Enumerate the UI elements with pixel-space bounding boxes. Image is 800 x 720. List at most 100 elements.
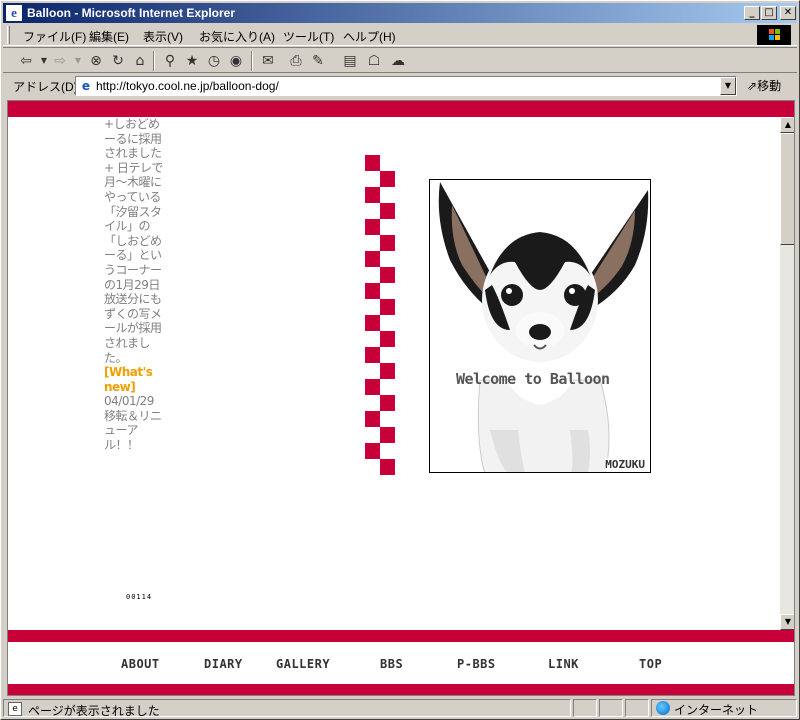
- checker-square: [365, 155, 380, 171]
- status-text: ページが表示されました: [28, 704, 160, 718]
- page-done-icon: e: [8, 702, 22, 716]
- research-icon[interactable]: ☖: [365, 52, 383, 70]
- standard-toolbar: ⇦ ▼ ⇨ ▼ ⊗ ↻ ⌂ ⚲ ★ ◷ ◉ ✉ ⎙ ✎ ▤ ☖ ☁: [3, 47, 797, 73]
- messenger-icon[interactable]: ☁: [389, 52, 407, 70]
- checker-stripe: [365, 155, 395, 477]
- forward-dropdown-icon[interactable]: ▼: [69, 52, 87, 70]
- checker-square: [380, 267, 395, 283]
- vertical-scrollbar[interactable]: ▲ ▼: [780, 117, 794, 630]
- update-text: 移転＆リニューアル！！: [104, 408, 162, 453]
- home-icon[interactable]: ⌂: [131, 52, 149, 70]
- menu-grip: [7, 26, 10, 44]
- checker-square: [380, 395, 395, 411]
- checker-square: [365, 187, 380, 203]
- address-url[interactable]: http://tokyo.cool.ne.jp/balloon-dog/: [96, 79, 279, 93]
- discuss-icon[interactable]: ▤: [341, 52, 359, 70]
- refresh-icon[interactable]: ↻: [109, 52, 127, 70]
- menu-bar: ファイル(F) 編集(E) 表示(V) お気に入り(A) ツール(T) ヘルプ(…: [3, 24, 797, 46]
- status-zone-pane: インターネット: [651, 699, 797, 717]
- scroll-thumb[interactable]: [780, 133, 794, 245]
- mail-icon[interactable]: ✉: [259, 52, 277, 70]
- checker-square: [365, 251, 380, 267]
- nav-diary[interactable]: DIARY: [204, 657, 243, 671]
- favorites-icon[interactable]: ★: [183, 52, 201, 70]
- status-pane: [599, 699, 623, 717]
- chihuahua-illustration: [438, 182, 649, 472]
- checker-square: [380, 363, 395, 379]
- search-icon[interactable]: ⚲: [161, 52, 179, 70]
- ie-logo-icon: e: [6, 5, 22, 21]
- toolbar-separator: [153, 51, 155, 71]
- checker-square: [380, 235, 395, 251]
- whats-new-heading: [What's new]: [104, 365, 153, 394]
- page-icon: e: [81, 79, 91, 93]
- internet-globe-icon: [656, 701, 670, 715]
- status-main-pane: e ページが表示されました: [3, 699, 571, 718]
- checker-square: [380, 427, 395, 443]
- browser-window: e Balloon - Microsoft Internet Explorer …: [0, 0, 800, 720]
- top-red-band: [8, 101, 794, 117]
- checker-square: [380, 331, 395, 347]
- middle-red-band: [8, 630, 794, 642]
- media-icon[interactable]: ◉: [227, 52, 245, 70]
- window-title: Balloon - Microsoft Internet Explorer: [27, 6, 236, 20]
- dog-photo: Welcome to Balloon MOZUKU: [429, 179, 651, 473]
- nav-about[interactable]: ABOUT: [121, 657, 160, 671]
- status-pane: [625, 699, 649, 717]
- access-counter: 00114: [126, 593, 153, 601]
- page-viewport: +しおどめーるに採用されました+ 日テレで月～木曜にやっている「汐留スタイル」の…: [7, 100, 795, 696]
- nav-top[interactable]: TOP: [639, 657, 662, 671]
- maximize-button[interactable]: □: [761, 6, 777, 20]
- photo-name-label: MOZUKU: [605, 458, 645, 471]
- update-date: 04/01/29: [104, 394, 154, 409]
- close-button[interactable]: ✕: [780, 6, 796, 20]
- news-column: +しおどめーるに採用されました+ 日テレで月～木曜にやっている「汐留スタイル」の…: [104, 117, 164, 453]
- news-text: +しおどめーるに採用されました+ 日テレで月～木曜にやっている「汐留スタイル」の…: [104, 117, 163, 365]
- edit-icon[interactable]: ✎: [309, 52, 327, 70]
- status-pane: [573, 699, 597, 717]
- status-bar: e ページが表示されました インターネット: [3, 698, 797, 718]
- stop-icon[interactable]: ⊗: [87, 52, 105, 70]
- bottom-red-band: [8, 684, 794, 695]
- menu-edit[interactable]: 編集(E): [89, 28, 129, 45]
- checker-square: [365, 411, 380, 427]
- checker-square: [365, 283, 380, 299]
- menu-favorites[interactable]: お気に入り(A): [199, 28, 275, 45]
- checker-square: [380, 171, 395, 187]
- address-input[interactable]: e http://tokyo.cool.ne.jp/balloon-dog/ ▼: [75, 76, 737, 96]
- menu-help[interactable]: ヘルプ(H): [343, 28, 396, 45]
- history-icon[interactable]: ◷: [205, 52, 223, 70]
- scroll-down-button[interactable]: ▼: [780, 614, 794, 630]
- forward-icon[interactable]: ⇨: [51, 52, 69, 70]
- print-icon[interactable]: ⎙: [287, 52, 305, 70]
- checker-square: [365, 315, 380, 331]
- windows-logo-icon: [757, 25, 791, 45]
- address-label: アドレス(D): [13, 80, 78, 94]
- photo-welcome-text: Welcome to Balloon: [456, 370, 610, 388]
- site-navigation: ABOUT DIARY GALLERY BBS P-BBS LINK TOP: [8, 642, 794, 684]
- security-zone-text: インターネット: [674, 703, 759, 717]
- menu-tools[interactable]: ツール(T): [283, 28, 334, 45]
- nav-link[interactable]: LINK: [548, 657, 579, 671]
- address-dropdown-button[interactable]: ▼: [720, 77, 736, 95]
- back-icon[interactable]: ⇦: [17, 52, 35, 70]
- checker-square: [365, 347, 380, 363]
- address-bar: アドレス(D) e http://tokyo.cool.ne.jp/balloo…: [3, 74, 797, 98]
- title-bar: e Balloon - Microsoft Internet Explorer …: [3, 3, 797, 23]
- scroll-up-button[interactable]: ▲: [780, 117, 794, 133]
- checker-square: [380, 459, 395, 475]
- menu-file[interactable]: ファイル(F): [23, 28, 86, 45]
- checker-square: [365, 379, 380, 395]
- checker-square: [365, 219, 380, 235]
- go-label: 移動: [757, 79, 782, 93]
- minimize-button[interactable]: _: [744, 6, 760, 20]
- nav-gallery[interactable]: GALLERY: [276, 657, 330, 671]
- page-content: +しおどめーるに採用されました+ 日テレで月～木曜にやっている「汐留スタイル」の…: [8, 117, 780, 630]
- toolbar-separator: [251, 51, 253, 71]
- nav-bbs[interactable]: BBS: [380, 657, 403, 671]
- menu-view[interactable]: 表示(V): [143, 28, 183, 45]
- checker-square: [365, 443, 380, 459]
- go-button[interactable]: ⇗移動: [747, 77, 781, 94]
- nav-p-bbs[interactable]: P-BBS: [457, 657, 496, 671]
- checker-square: [380, 299, 395, 315]
